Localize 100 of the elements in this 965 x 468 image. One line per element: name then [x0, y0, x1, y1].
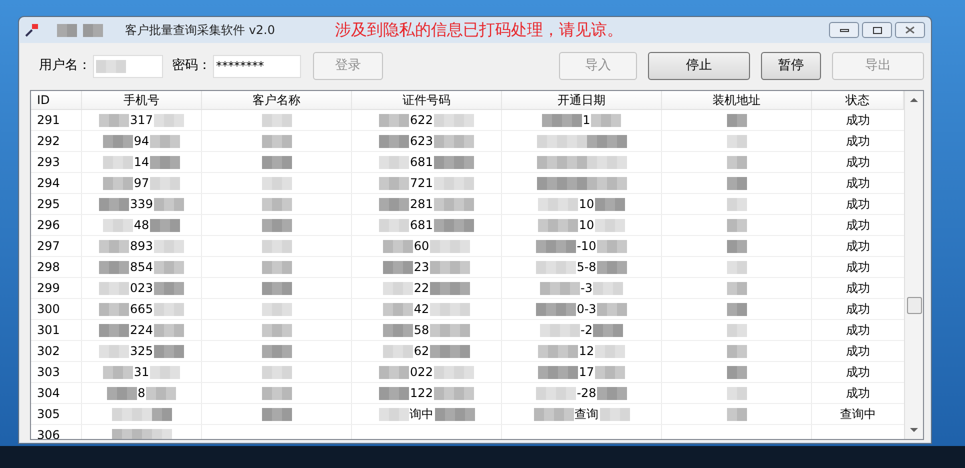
table-cell-text: 60	[412, 238, 430, 255]
pixelated-blur	[102, 366, 133, 378]
pixelated-blur	[434, 176, 474, 190]
pixelated-blur	[382, 302, 413, 316]
status-cell-text: 成功	[846, 301, 870, 318]
pixelated-blur	[262, 156, 292, 168]
pixelated-blur	[262, 260, 292, 274]
pixelated-blur	[99, 240, 130, 252]
pixelated-blur	[262, 324, 292, 336]
pixelated-blur	[540, 282, 580, 294]
pixelated-blur	[154, 324, 184, 336]
status-cell-text: 成功	[846, 154, 870, 171]
pixelated-blur	[540, 324, 580, 336]
pixelated-blur	[99, 344, 130, 358]
pixelated-blur	[262, 282, 292, 294]
table-cell-text: 122	[409, 385, 434, 402]
pixelated-blur	[430, 344, 470, 358]
pixelated-blur	[102, 156, 133, 168]
table-cell-text: 23	[412, 259, 430, 276]
column-header[interactable]: 开通日期	[558, 91, 606, 109]
status-cell-text: 成功	[846, 343, 870, 360]
pixelated-blur	[536, 134, 586, 148]
pixelated-blur	[595, 366, 626, 378]
column-header[interactable]: 状态	[846, 91, 870, 109]
close-icon	[905, 26, 915, 34]
pixelated-blur	[434, 366, 474, 378]
table-cell-text: 622	[409, 112, 434, 129]
pixelated-blur	[434, 156, 474, 168]
table-cell-text: 302	[37, 343, 60, 360]
pixelated-blur	[99, 198, 130, 210]
username-field[interactable]	[93, 54, 163, 78]
pixelated-blur	[726, 282, 746, 294]
password-label: 密码：	[172, 57, 211, 76]
table-cell-text: 10	[578, 196, 596, 213]
status-cell-text: 成功	[846, 385, 870, 402]
pixelated-blur	[102, 134, 133, 148]
pixelated-blur	[146, 386, 176, 400]
pixelated-blur	[536, 240, 576, 252]
privacy-notice: 涉及到隐私的信息已打码处理，请见谅。	[335, 19, 623, 41]
table-cell-text: 292	[37, 133, 60, 150]
pixelated-blur	[154, 344, 184, 358]
table-cell-text: 5-8	[576, 259, 598, 276]
scroll-up-icon[interactable]	[910, 97, 918, 103]
pixelated-blur	[536, 176, 586, 190]
column-header[interactable]: 客户名称	[252, 91, 300, 109]
pixelated-blur	[536, 260, 576, 274]
minimize-button[interactable]	[829, 22, 859, 38]
column-header[interactable]: 装机地址	[712, 91, 760, 109]
pixelated-blur	[262, 302, 292, 316]
table-cell-text: 317	[129, 112, 154, 129]
vertical-scrollbar[interactable]	[904, 91, 923, 439]
pixelated-blur	[726, 134, 746, 148]
pixelated-blur	[99, 260, 130, 274]
table-cell-text: 询中	[408, 406, 434, 423]
pixelated-blur	[726, 260, 746, 274]
password-field[interactable]: ********	[213, 54, 301, 78]
table-cell-text: 281	[409, 196, 434, 213]
table-cell-text: 97	[132, 175, 150, 192]
pixelated-blur	[262, 386, 292, 400]
table-cell-text: 721	[409, 175, 434, 192]
pixelated-blur	[379, 366, 410, 378]
table-cell-text: 299	[37, 280, 60, 297]
pixelated-blur	[536, 302, 576, 316]
pixelated-blur	[430, 302, 470, 316]
pixelated-blur	[726, 156, 746, 168]
pixelated-blur	[96, 60, 126, 72]
status-cell-text: 成功	[846, 175, 870, 192]
pixelated-blur	[154, 282, 184, 294]
column-header[interactable]: ID	[37, 91, 50, 109]
close-button[interactable]	[895, 22, 925, 38]
pixelated-blur	[726, 198, 746, 210]
pixelated-blur	[726, 386, 746, 400]
pixelated-blur	[726, 366, 746, 378]
column-header[interactable]: 手机号	[124, 91, 160, 109]
toolbar-button[interactable]: 停止	[648, 52, 750, 80]
pixelated-blur	[726, 114, 746, 126]
column-header[interactable]: 证件号码	[402, 91, 450, 109]
pixelated-blur	[726, 176, 746, 190]
pixelated-blur	[597, 260, 628, 274]
toolbar-button[interactable]: 暂停	[761, 52, 821, 80]
pixelated-blur	[600, 408, 630, 420]
pixelated-blur	[382, 324, 413, 336]
pixelated-blur	[434, 198, 474, 210]
table-cell-text: 291	[37, 112, 60, 129]
pixelated-blur	[262, 344, 292, 358]
pixelated-blur	[726, 218, 746, 232]
maximize-button[interactable]	[862, 22, 892, 38]
pixelated-blur	[538, 198, 578, 210]
table-cell-text: 300	[37, 301, 60, 318]
table-cell-text: 31	[132, 364, 150, 381]
pixelated-blur	[378, 408, 408, 420]
pixelated-blur	[591, 114, 622, 126]
pixelated-blur	[154, 302, 184, 316]
pixelated-blur	[262, 114, 292, 126]
pixelated-blur	[382, 240, 413, 252]
username-label: 用户名：	[39, 57, 91, 76]
scroll-down-icon[interactable]	[910, 427, 918, 433]
table-cell-text: 325	[129, 343, 154, 360]
table-cell-text: 42	[412, 301, 430, 318]
scroll-thumb[interactable]	[906, 297, 922, 314]
